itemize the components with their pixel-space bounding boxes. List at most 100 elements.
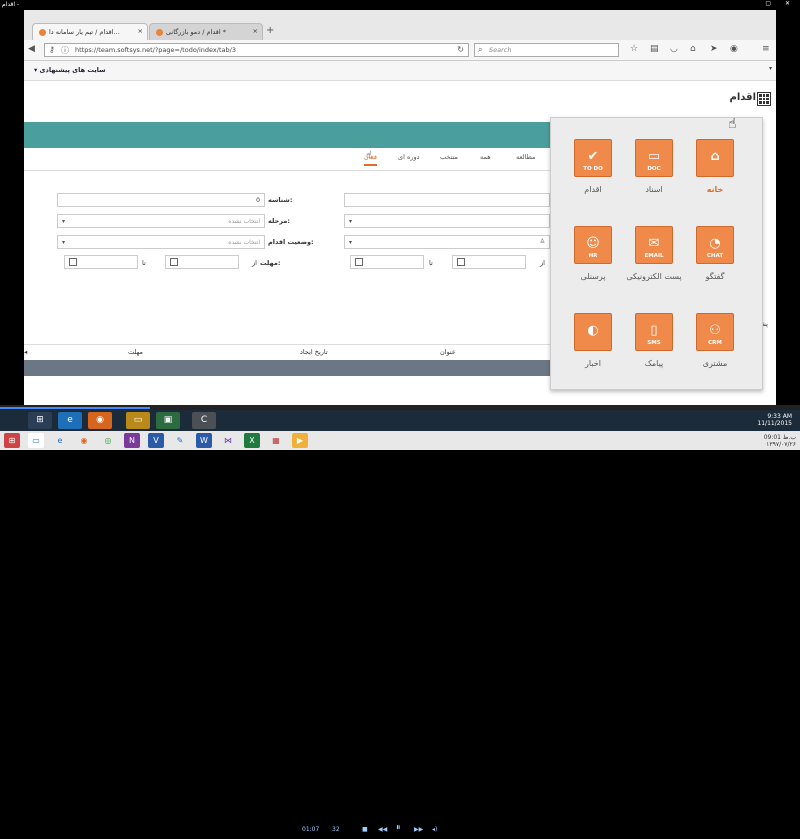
to-label-2: تا <box>429 259 433 267</box>
created-to-date[interactable] <box>350 255 424 269</box>
menu-icon[interactable]: ≡ <box>762 44 770 54</box>
apps-menu: ⌂ خانه ▭ DOC اسناد ✔ TO DO اقدام ◔ CHAT گفت… <box>550 117 763 390</box>
col-extra: ◂ <box>24 348 28 356</box>
search-icon: ⌕ <box>478 45 483 54</box>
id-field[interactable]: 0 <box>57 193 265 207</box>
firefox-icon[interactable]: ◉ <box>76 433 92 448</box>
chevron-down-icon[interactable]: ▾ <box>769 65 772 72</box>
status-select[interactable]: ▾ انتخاب نشده <box>57 235 265 249</box>
filter-select-2[interactable]: ▾ <box>344 214 550 228</box>
menu-tile-news[interactable]: ◐ اخبار <box>563 313 623 368</box>
new-tab-button[interactable]: + <box>266 25 274 36</box>
tab-study[interactable]: مطالعه <box>516 153 535 161</box>
media-time: 01:07 <box>302 826 320 833</box>
table-footer-bar <box>24 360 550 376</box>
flag-icon[interactable]: ▦ <box>268 433 284 448</box>
email-icon: ✉ EMAIL <box>635 226 673 264</box>
star-icon[interactable]: ☆ <box>630 44 638 54</box>
media-controls: 01:07 32 ■ ◀◀ ⏸ ▶▶ ◂) <box>300 823 480 839</box>
bookmark-suggested-sites[interactable]: ▾ سایت های پیشنهادی <box>34 66 106 74</box>
home-icon[interactable]: ⌂ <box>690 44 696 54</box>
browser-tab[interactable]: اقدام / دمو بازرگانی * × <box>149 23 263 40</box>
folder-icon[interactable]: ▭ <box>28 433 44 448</box>
ie-icon[interactable]: e <box>58 412 82 429</box>
to-label: تا <box>142 259 146 267</box>
word-icon[interactable]: W <box>196 433 212 448</box>
stage-select[interactable]: ▾ انتخاب نشده <box>57 214 265 228</box>
nav-bar: ◀ ⚷ ⓘ https://team.softsys.net/?page=/to… <box>24 40 776 61</box>
url-text: https://team.softsys.net/?page=/todo/ind… <box>75 46 236 54</box>
menu-tile-documents[interactable]: ▭ DOC اسناد <box>624 139 684 194</box>
filter-field-1[interactable] <box>344 193 550 207</box>
player-titlebar: اقدام - ▢ ✕ <box>0 0 800 10</box>
send-icon[interactable]: ➤ <box>710 44 718 54</box>
menu-tile-label: خانه <box>706 185 724 194</box>
menu-tile-email[interactable]: ✉ EMAIL پست الکترونیکی <box>624 226 684 281</box>
menu-tile-label: گفتگو <box>705 272 725 281</box>
url-bar[interactable]: ⚷ ⓘ https://team.softsys.net/?page=/todo… <box>44 43 469 57</box>
paint-icon[interactable]: ✎ <box>172 433 188 448</box>
menu-tile-todo[interactable]: ✔ TO DO اقدام <box>563 139 623 194</box>
system-clock[interactable]: 9:33 AM 11/11/2015 <box>757 413 792 427</box>
created-from-date[interactable] <box>452 255 526 269</box>
home-icon: ⌂ <box>696 139 734 177</box>
todo-icon: ✔ TO DO <box>574 139 612 177</box>
stage-label: مرحله: <box>268 217 290 225</box>
clipboard-icon[interactable]: ▤ <box>650 44 659 54</box>
deadline-to-date[interactable] <box>64 255 138 269</box>
chevron-down-icon: ▾ <box>349 239 353 246</box>
apps-grid-icon[interactable] <box>757 92 771 106</box>
status-value: انتخاب نشده <box>228 239 260 246</box>
tab-selected[interactable]: منتخب <box>440 153 458 161</box>
menu-tile-sms[interactable]: ▯ SMS پیامک <box>624 313 684 368</box>
host-clock-date: ۱۳۹۷/۰۷/۲۶ <box>766 441 796 448</box>
stop-icon[interactable]: ■ <box>362 826 368 833</box>
onenote-icon[interactable]: N <box>124 433 140 448</box>
vs-icon[interactable]: ⋈ <box>220 433 236 448</box>
camtasia-icon[interactable]: C <box>192 412 216 429</box>
user-select[interactable]: ▾ ♙ <box>344 235 550 249</box>
start-icon[interactable]: ⊞ <box>4 433 20 448</box>
reload-icon[interactable]: ↻ <box>457 45 464 54</box>
menu-tile-hr[interactable]: ☺ HR پرسنلی <box>563 226 623 281</box>
forward-icon[interactable]: ▶▶ <box>414 826 423 833</box>
pause-icon[interactable]: ⏸ <box>396 823 401 833</box>
search-placeholder: Search <box>489 46 512 54</box>
ie-icon[interactable]: e <box>52 433 68 448</box>
folder-icon[interactable]: ▭ <box>126 412 150 429</box>
window-controls[interactable]: ▢ ✕ <box>765 0 796 7</box>
menu-tile-home[interactable]: ⌂ خانه <box>685 139 745 194</box>
menu-tile-label: مشتری <box>702 359 728 368</box>
menu-tile-crm[interactable]: ⚇ CRM مشتری <box>685 313 745 368</box>
col-deadline[interactable]: مهلت <box>128 348 143 356</box>
browser-tab-active[interactable]: اقدام / تیم یار سامانه دا... × <box>32 23 148 40</box>
volume-icon[interactable]: ◂) <box>432 826 437 833</box>
menu-tile-label: اخبار <box>585 359 601 368</box>
back-icon[interactable]: ◀ <box>28 44 35 54</box>
player-icon[interactable]: ▶ <box>292 433 308 448</box>
app-icon[interactable]: ▣ <box>156 412 180 429</box>
calendar-icon <box>69 258 77 266</box>
close-tab-icon[interactable]: × <box>253 27 258 35</box>
rewind-icon[interactable]: ◀◀ <box>378 826 387 833</box>
close-tab-icon[interactable]: × <box>138 27 143 35</box>
visio-icon[interactable]: V <box>148 433 164 448</box>
chrome-icon[interactable]: ◎ <box>100 433 116 448</box>
tab-periodic[interactable]: دوره ای <box>398 153 420 161</box>
pocket-icon[interactable]: ◡ <box>670 44 678 54</box>
start-icon[interactable]: ⊞ <box>28 412 52 429</box>
hand-cursor-icon: ☝ <box>366 150 373 161</box>
tab-all[interactable]: همه <box>480 153 491 161</box>
col-created[interactable]: تاریخ ایجاد <box>300 348 328 356</box>
deadline-from-date[interactable] <box>165 255 239 269</box>
search-bar[interactable]: ⌕ Search <box>474 43 619 57</box>
taskbar: ⊞ e ◉ ▭ ▣ C 01:07 32 ■ ◀◀ ⏸ ▶▶ ◂) 9:33 A… <box>0 410 800 833</box>
col-title[interactable]: عنوان <box>440 348 456 356</box>
excel-icon[interactable]: X <box>244 433 260 448</box>
menu-tile-label: پست الکترونیکی <box>626 272 682 281</box>
firefox-icon[interactable]: ◉ <box>88 412 112 429</box>
menu-tile-chat[interactable]: ◔ CHAT گفتگو <box>685 226 745 281</box>
extension-icon[interactable]: ◉ <box>730 44 738 54</box>
host-clock-time: 09:01 ب.ظ <box>763 434 796 441</box>
host-clock[interactable]: 09:01 ب.ظ ۱۳۹۷/۰۷/۲۶ <box>764 434 796 448</box>
